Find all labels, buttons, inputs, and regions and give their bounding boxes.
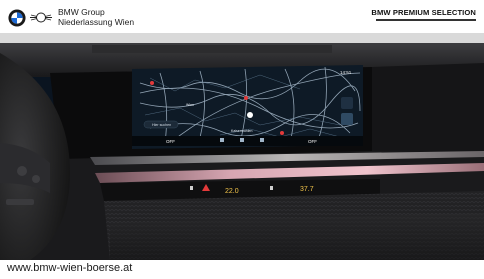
steering-lever <box>6 199 34 205</box>
premium-selection-label: BMW PREMIUM SELECTION <box>371 8 476 17</box>
dealer-line-2: Niederlassung Wien <box>58 17 135 27</box>
steering-button-1[interactable] <box>17 166 27 176</box>
windshield-light <box>0 33 484 43</box>
climate-display-2: 37.7 <box>300 186 314 193</box>
footer-bar: www.bmw-wien-boerse.at <box>0 260 484 279</box>
poi-marker-3 <box>280 131 284 135</box>
map-zoom-button[interactable] <box>341 113 353 125</box>
search-label: Hier suchen <box>152 123 171 127</box>
premium-selection-logo: BMW PREMIUM SELECTION <box>371 8 476 25</box>
home-icon[interactable] <box>220 138 224 142</box>
hvac-left-status[interactable]: OFF <box>166 139 175 144</box>
screen-clock: 14:51 <box>340 70 352 75</box>
passenger-dash <box>372 63 484 153</box>
media-icon[interactable] <box>240 138 244 142</box>
car-interior-photo: 14:51 Kaisermühlen Wien Hier suchen OFF … <box>0 33 484 260</box>
hvac-right-status[interactable]: OFF <box>308 139 317 144</box>
poi-marker-1 <box>150 81 154 85</box>
map-label-1: Kaisermühlen <box>231 129 252 133</box>
dealer-line-1: BMW Group <box>58 7 105 17</box>
steering-button-2[interactable] <box>32 175 40 183</box>
phone-icon[interactable] <box>260 138 264 142</box>
mini-wings-icon <box>30 12 52 23</box>
dealer-name: BMW Group Niederlassung Wien <box>58 7 134 27</box>
map-view-button[interactable] <box>341 97 353 109</box>
poi-marker-2 <box>244 96 248 100</box>
map-label-2: Wien <box>186 103 194 107</box>
speaker-grille <box>92 45 332 53</box>
climate-display-1: 22.0 <box>225 188 239 195</box>
dealer-header: BMW Group Niederlassung Wien BMW PREMIUM… <box>0 0 484 33</box>
bmw-roundel-icon <box>8 9 26 27</box>
infotainment-screen: 14:51 Kaisermühlen Wien Hier suchen OFF … <box>132 65 363 149</box>
climate-button-1[interactable] <box>190 186 193 190</box>
dealer-url[interactable]: www.bmw-wien-boerse.at <box>7 262 132 274</box>
climate-button-2[interactable] <box>270 186 273 190</box>
current-position-marker <box>247 112 253 118</box>
premium-underline <box>376 19 476 21</box>
